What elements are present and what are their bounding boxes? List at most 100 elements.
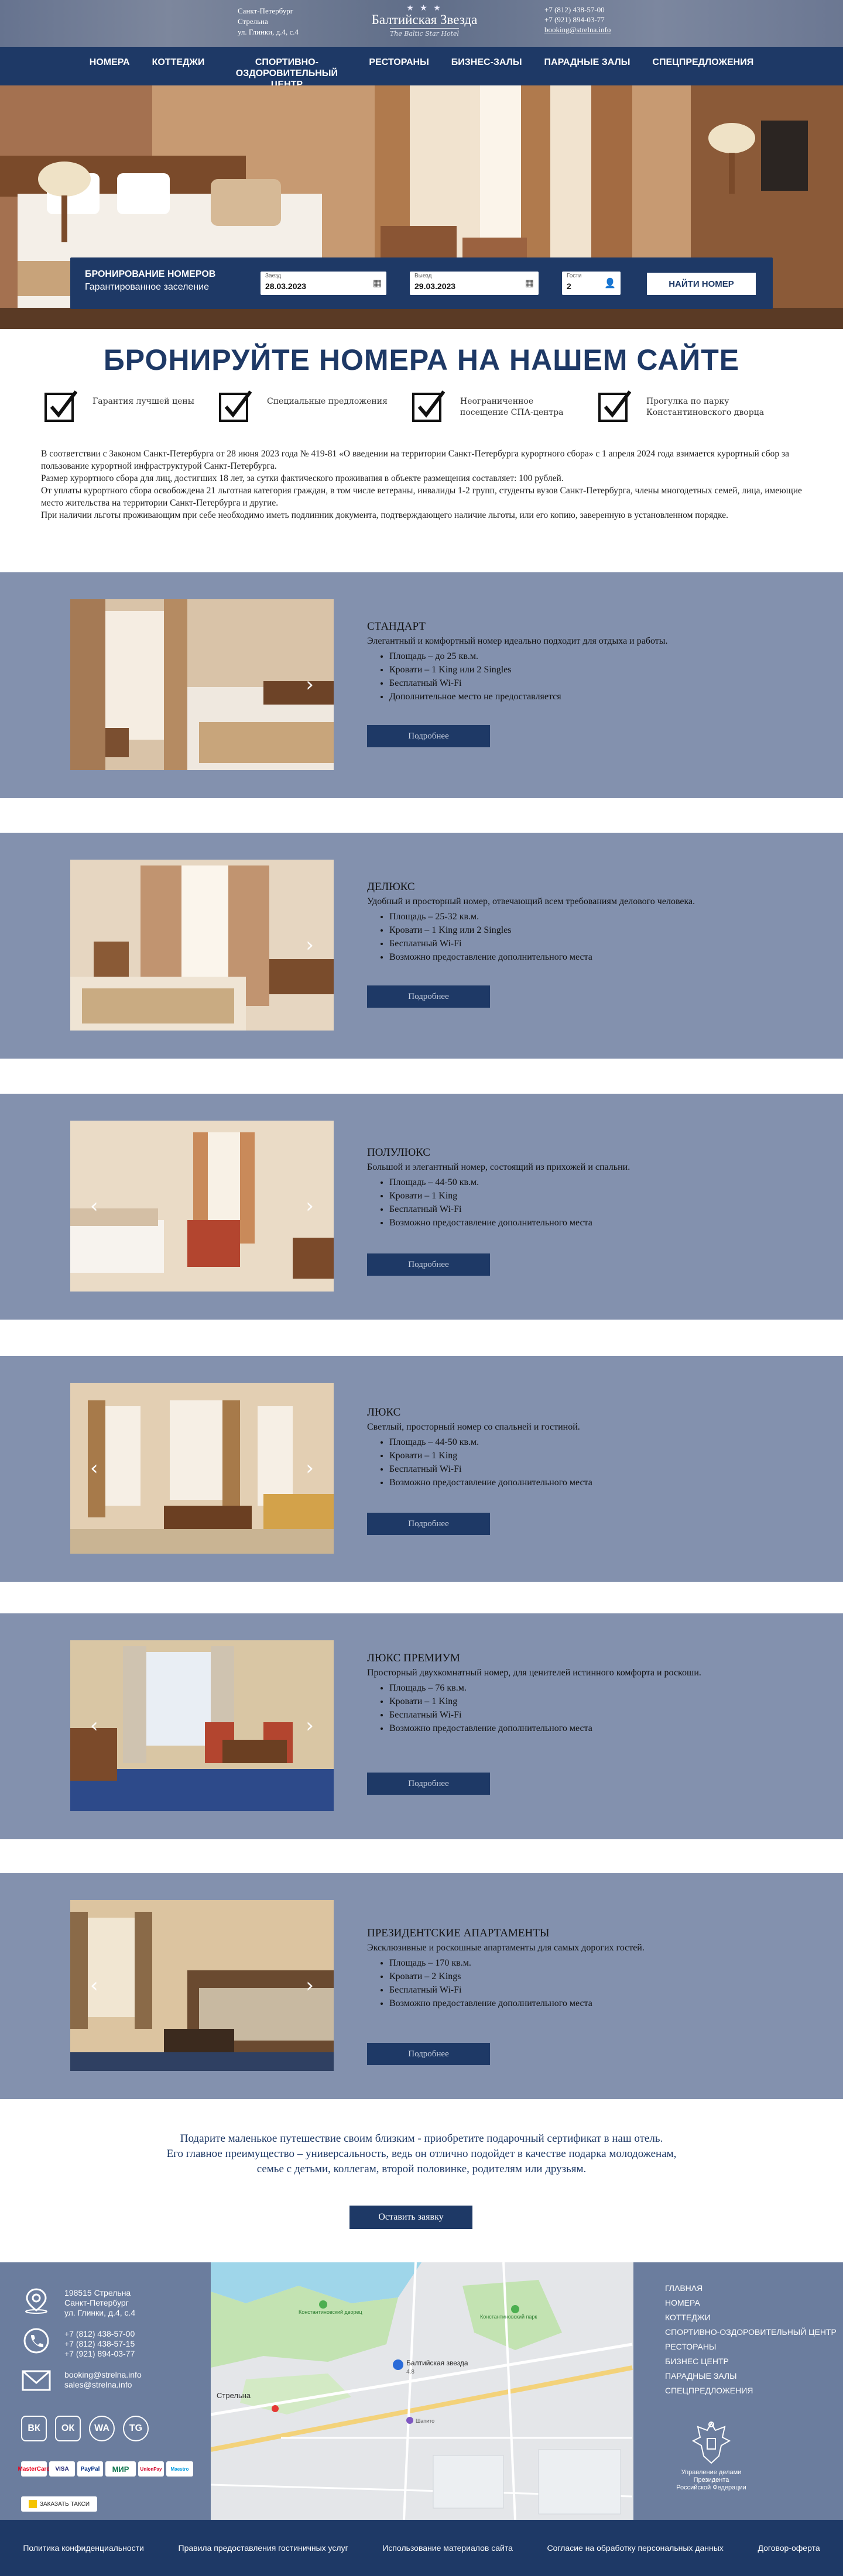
prev-photo-arrow-icon[interactable]: ‹ — [90, 1196, 98, 1216]
room-details-button[interactable]: Подробнее — [367, 1513, 490, 1535]
next-photo-arrow-icon[interactable]: › — [306, 935, 314, 955]
footer-nav-home[interactable]: ГЛАВНАЯ — [665, 2281, 837, 2296]
visa-icon: VISA — [49, 2461, 75, 2477]
room-feature: Бесплатный Wi-Fi — [389, 937, 777, 950]
booking-title-text: БРОНИРОВАНИЕ НОМЕРОВ — [85, 269, 216, 279]
room-title: ПРЕЗИДЕНТСКИЕ АПАРТАМЕНТЫ — [367, 1927, 550, 1939]
footer-nav-restaurants[interactable]: РЕСТОРАНЫ — [665, 2340, 837, 2354]
header-email[interactable]: booking@strelna.info — [544, 25, 611, 35]
room-photo: ‹ › — [70, 1121, 334, 1292]
room-feature: Площадь – 25-32 кв.м. — [389, 910, 777, 923]
room-feature: Кровати – 1 King — [389, 1189, 777, 1203]
nav-item-ceremonial-halls[interactable]: ПАРАДНЫЕ ЗАЛЫ — [544, 57, 630, 68]
emblem-text: Управление делами — [681, 2469, 742, 2476]
next-photo-arrow-icon[interactable]: › — [306, 675, 314, 695]
room-card-suite-premium: ‹ › ЛЮКС ПРЕМИУМ Просторный двухкомнатны… — [0, 1613, 843, 1839]
next-photo-arrow-icon[interactable]: › — [306, 1976, 314, 1995]
room-description: Удобный и просторный номер, отвечающий в… — [367, 897, 695, 906]
room-details-button[interactable]: Подробнее — [367, 1253, 490, 1276]
map-place-label: Шапито — [416, 2418, 434, 2424]
room-details-button[interactable]: Подробнее — [367, 2043, 490, 2065]
prev-photo-arrow-icon[interactable]: ‹ — [90, 1716, 98, 1736]
nav-item-business-halls[interactable]: БИЗНЕС-ЗАЛЫ — [451, 57, 522, 68]
top-bar: Санкт-Петербург Стрельна ул. Глинки, д.4… — [0, 0, 843, 47]
footer-address-line: 198515 Стрельна — [64, 2288, 131, 2297]
room-description: Элегантный и комфортный номер идеально п… — [367, 636, 668, 646]
room-photo: ‹ › — [70, 1383, 334, 1554]
map-hotel-rating: 4.8 — [406, 2369, 414, 2375]
nav-item-special-offers[interactable]: СПЕЦПРЕДЛОЖЕНИЯ — [652, 57, 753, 68]
footer-phone[interactable]: +7 (812) 438-57-00 — [64, 2329, 135, 2339]
checkout-field[interactable]: Выезд 29.03.2023 ▦ — [410, 272, 539, 295]
header-phone-2[interactable]: +7 (921) 894-03-77 — [544, 15, 611, 25]
footer-email[interactable]: sales@strelna.info — [64, 2380, 142, 2390]
vk-icon[interactable]: ВК — [21, 2416, 47, 2441]
room-description: Светлый, просторный номер со спальней и … — [367, 1422, 580, 1432]
odnoklassniki-icon[interactable]: ОК — [55, 2416, 81, 2441]
room-features: Площадь – 170 кв.м. Кровати – 2 Kings Бе… — [367, 1956, 777, 2010]
legal-links-bar: Политика конфиденциальности Правила пред… — [0, 2520, 843, 2576]
guests-label: Гости — [567, 273, 582, 279]
room-feature: Возможно предоставление дополнительного … — [389, 950, 777, 964]
calendar-icon[interactable]: ▦ — [373, 277, 382, 288]
find-room-button[interactable]: НАЙТИ НОМЕР — [647, 273, 756, 295]
guests-field[interactable]: Гости 2 👤 — [562, 272, 621, 295]
nav-item-cottages[interactable]: КОТТЕДЖИ — [152, 57, 205, 68]
notice-paragraph: От уплаты курортного сбора освобождена 2… — [41, 486, 802, 508]
notice-paragraph: При наличии льготы проживающим при себе … — [41, 510, 728, 520]
privacy-policy-link[interactable]: Политика конфиденциальности — [23, 2543, 144, 2553]
room-feature: Бесплатный Wi-Fi — [389, 1203, 777, 1216]
logo-name: Балтийская Звезда — [371, 12, 478, 27]
telegram-icon[interactable]: TG — [123, 2416, 149, 2441]
room-features: Площадь – 76 кв.м. Кровати – 1 King Бесп… — [367, 1681, 777, 1735]
public-offer-link[interactable]: Договор-оферта — [758, 2543, 820, 2553]
footer-phone[interactable]: +7 (812) 438-57-15 — [64, 2339, 135, 2349]
header-address: Санкт-Петербург Стрельна ул. Глинки, д.4… — [238, 6, 299, 37]
materials-usage-link[interactable]: Использование материалов сайта — [382, 2543, 513, 2553]
room-card-suite: ‹ › ЛЮКС Светлый, просторный номер со сп… — [0, 1356, 843, 1582]
checkin-field[interactable]: Заезд 28.03.2023 ▦ — [261, 272, 386, 295]
room-details-button[interactable]: Подробнее — [367, 1773, 490, 1795]
guests-value[interactable]: 2 — [567, 281, 571, 291]
footer-nav-sport-center[interactable]: СПОРТИВНО-ОЗДОРОВИТЕЛЬНЫЙ ЦЕНТР — [665, 2325, 837, 2340]
next-photo-arrow-icon[interactable]: › — [306, 1716, 314, 1736]
map-hotel-label[interactable]: Балтийская звезда — [406, 2359, 468, 2367]
mastercard-icon: MasterCard — [18, 2461, 50, 2477]
presidential-administration-emblem[interactable]: Управление делами Президента Российской … — [673, 2420, 749, 2492]
prev-photo-arrow-icon[interactable]: ‹ — [90, 1976, 98, 1995]
next-photo-arrow-icon[interactable]: › — [306, 1196, 314, 1216]
footer-nav-business-center[interactable]: БИЗНЕС ЦЕНТР — [665, 2354, 837, 2369]
nav-item-restaurants[interactable]: РЕСТОРАНЫ — [369, 57, 429, 68]
feature-label: Специальные предложения — [267, 397, 388, 406]
nav-item-rooms[interactable]: НОМЕРА — [90, 57, 130, 68]
footer-nav-cottages[interactable]: КОТТЕДЖИ — [665, 2310, 837, 2325]
footer-phone[interactable]: +7 (921) 894-03-77 — [64, 2349, 135, 2359]
hotel-rules-link[interactable]: Правила предоставления гостиничных услуг — [179, 2543, 348, 2553]
leave-request-button[interactable]: Оставить заявку — [349, 2206, 472, 2229]
header-phone-1[interactable]: +7 (812) 438-57-00 — [544, 5, 611, 15]
personal-data-consent-link[interactable]: Согласие на обработку персональных данны… — [547, 2543, 724, 2553]
checkout-value[interactable]: 29.03.2023 — [414, 281, 455, 291]
room-details-button[interactable]: Подробнее — [367, 985, 490, 1008]
footer-nav-special-offers[interactable]: СПЕЦПРЕДЛОЖЕНИЯ — [665, 2383, 837, 2398]
next-photo-arrow-icon[interactable]: › — [306, 1458, 314, 1478]
room-feature: Дополнительное место не предоставляется — [389, 690, 777, 703]
hotel-logo[interactable]: ★ ★ ★ Балтийская Звезда The Baltic Star … — [366, 4, 483, 43]
room-details-button[interactable]: Подробнее — [367, 725, 490, 747]
calendar-icon[interactable]: ▦ — [525, 277, 534, 288]
location-map[interactable]: Балтийская звезда 4.8 Стрельна Константи… — [211, 2262, 633, 2520]
footer-nav-rooms[interactable]: НОМЕРА — [665, 2296, 837, 2310]
booking-subtitle: Гарантированное заселение — [85, 282, 209, 292]
order-taxi-button[interactable]: ЗАКАЗАТЬ ТАКСИ — [21, 2496, 97, 2512]
checkin-value[interactable]: 28.03.2023 — [265, 281, 306, 291]
room-feature: Кровати – 1 King — [389, 1449, 777, 1462]
prev-photo-arrow-icon[interactable]: ‹ — [90, 1458, 98, 1478]
room-title: ЛЮКС — [367, 1406, 401, 1418]
feature-park-walk: Прогулка по парку Константиновского двор… — [598, 389, 786, 430]
footer-nav-ceremonial-halls[interactable]: ПАРАДНЫЕ ЗАЛЫ — [665, 2369, 837, 2383]
room-description: Просторный двухкомнатный номер, для цени… — [367, 1668, 701, 1678]
checkin-label: Заезд — [265, 273, 282, 279]
footer-email[interactable]: booking@strelna.info — [64, 2370, 142, 2380]
whatsapp-icon[interactable]: WA — [89, 2416, 115, 2441]
footer-address-line: Санкт-Петербург — [64, 2298, 129, 2307]
